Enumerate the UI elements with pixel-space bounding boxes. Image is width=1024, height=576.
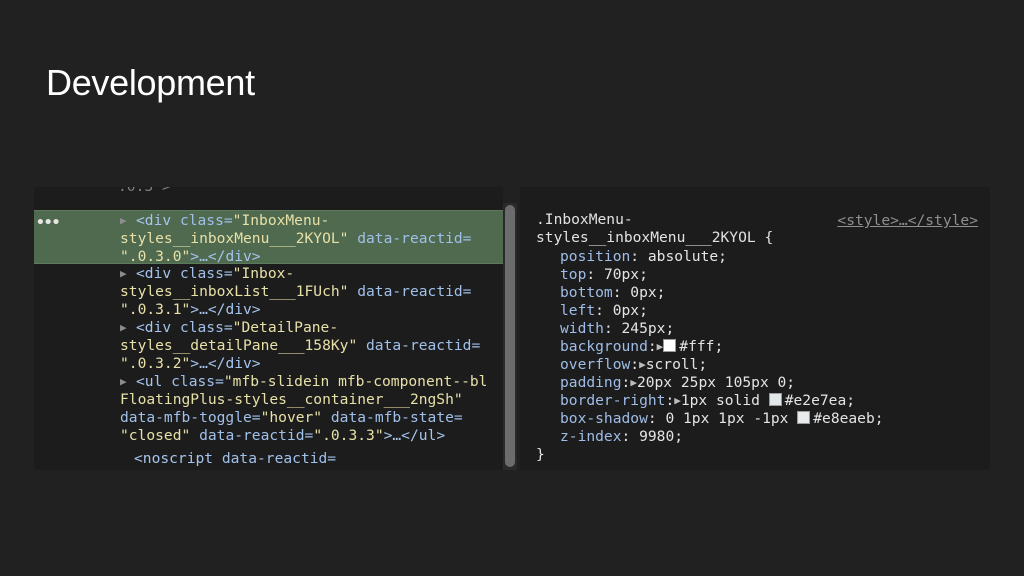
attr-value: FloatingPlus-styles__container___2ngSh" <box>120 391 463 408</box>
attr-name: class= <box>171 319 233 336</box>
css-property[interactable]: z-index: 9980; <box>560 428 683 446</box>
property-name: box-shadow <box>560 410 648 427</box>
attr-name: data-reactid= <box>348 283 472 300</box>
property-name: z-index <box>560 428 622 445</box>
node-close: >…</div> <box>190 301 261 318</box>
dom-node-mfb-menu[interactable]: ▶ <ul class="mfb-slidein mfb-component--b… <box>34 372 503 444</box>
color-swatch[interactable] <box>663 339 677 352</box>
property-value: 0 1px 1px -1px <box>665 410 798 427</box>
property-name: background <box>560 338 648 355</box>
node-close: >…</div> <box>190 355 261 372</box>
property-name: border-right <box>560 392 666 409</box>
node-tag: <div <box>136 319 172 336</box>
attr-value: "DetailPane- <box>232 319 339 336</box>
property-name: padding <box>560 374 622 391</box>
slide-title: Development <box>46 62 255 103</box>
attr-name: class= <box>171 212 233 229</box>
dom-node-inbox-list[interactable]: ▶ <div class="Inbox- styles__inboxList___… <box>34 264 503 318</box>
attr-value: ".0.3.1" <box>120 301 191 318</box>
property-value: #fff; <box>679 338 724 355</box>
property-value: 70px; <box>603 266 648 283</box>
property-value: 9980; <box>639 428 684 445</box>
attr-name: data-reactid= <box>213 450 337 467</box>
css-selector-line1: .InboxMenu- <box>536 211 633 228</box>
node-close: >…</ul> <box>383 427 446 444</box>
css-property[interactable]: border-right:▶1px solid #e2e7ea; <box>560 392 855 410</box>
css-rule-close-brace: } <box>536 446 545 463</box>
property-value: 245px; <box>621 320 675 337</box>
attr-value: "mfb-slidein mfb-component--bl <box>223 373 488 390</box>
expand-triangle-icon[interactable]: ▶ <box>674 394 681 407</box>
css-property[interactable]: padding:▶20px 25px 105px 0; <box>560 374 795 392</box>
elements-panel[interactable]: .0.3"> ••• ▶<div class="InboxMenu- style… <box>34 187 503 470</box>
property-value-color: #e2e7ea; <box>784 392 856 409</box>
css-property[interactable]: background:▶ #fff; <box>560 338 723 356</box>
expand-triangle-icon[interactable]: ▶ <box>657 340 664 353</box>
property-value: 20px 25px 105px 0; <box>636 374 796 391</box>
css-property[interactable]: position: absolute; <box>560 248 727 266</box>
expand-triangle-icon[interactable]: ▶ <box>120 319 136 337</box>
expand-triangle-icon[interactable]: ▶ <box>639 358 646 371</box>
css-property[interactable]: box-shadow: 0 1px 1px -1px #e8eaeb; <box>560 410 884 428</box>
property-name: bottom <box>560 284 613 301</box>
color-swatch[interactable] <box>768 393 782 406</box>
attr-name: data-reactid= <box>348 230 472 247</box>
node-close: >…</div> <box>190 248 261 265</box>
attr-value: styles__inboxList___1FUch" <box>120 283 349 300</box>
stylesheet-source-link[interactable]: <style>…</style> <box>837 212 978 230</box>
css-property[interactable]: bottom: 0px; <box>560 284 665 302</box>
attr-value: "hover" <box>260 409 323 426</box>
attr-value: "InboxMenu- <box>232 212 330 229</box>
property-value: 0px; <box>612 302 648 319</box>
attr-name: class= <box>162 373 224 390</box>
property-value: absolute; <box>647 248 727 265</box>
property-name: width <box>560 320 604 337</box>
property-name: overflow <box>560 356 631 373</box>
truncated-line: .0.3"> <box>118 187 171 196</box>
attr-value: ".0.3.3" <box>313 427 384 444</box>
property-name: top <box>560 266 587 283</box>
attr-value: "closed" <box>120 427 191 444</box>
elements-scrollbar-thumb[interactable] <box>505 205 515 467</box>
css-property[interactable]: top: 70px; <box>560 266 648 284</box>
attr-value: ".0.3.2" <box>120 355 191 372</box>
expand-triangle-icon[interactable]: ▶ <box>120 265 136 283</box>
attr-name: data-reactid= <box>357 337 481 354</box>
dom-node-inbox-menu[interactable]: ••• ▶ <div class="InboxMenu- styles__inbo… <box>34 210 503 265</box>
css-property[interactable]: left: 0px; <box>560 302 648 320</box>
attr-value: styles__inboxMenu___2KYOL" <box>120 230 349 247</box>
attr-name: data-mfb-state= <box>322 409 463 426</box>
attr-value: "Inbox- <box>232 265 295 282</box>
node-tag: <div <box>136 265 172 282</box>
styles-panel[interactable]: .InboxMenu- styles__inboxMenu___2KYOL { … <box>520 187 990 470</box>
dom-node-noscript[interactable]: <noscript data-reactid= <box>134 450 336 468</box>
attr-name: data-reactid= <box>190 427 314 444</box>
property-value-color: #e8eaeb; <box>813 410 884 427</box>
attr-name: class= <box>171 265 233 282</box>
property-name: position <box>560 248 631 265</box>
attr-name: data-mfb-toggle= <box>120 409 261 426</box>
css-property[interactable]: width: 245px; <box>560 320 674 338</box>
css-property[interactable]: overflow:▶scroll; <box>560 356 707 374</box>
expand-triangle-icon[interactable]: ▶ <box>120 212 136 230</box>
color-swatch[interactable] <box>797 411 811 424</box>
property-value: 1px solid <box>680 392 769 409</box>
css-selector-line2: styles__inboxMenu___2KYOL { <box>536 229 774 246</box>
node-tag: <div <box>136 212 172 229</box>
property-name: left <box>560 302 596 319</box>
property-value: scroll; <box>645 356 708 373</box>
more-options-icon[interactable]: ••• <box>36 214 60 232</box>
property-value: 0px; <box>630 284 666 301</box>
expand-triangle-icon[interactable]: ▶ <box>630 376 637 389</box>
dom-node-detail-pane[interactable]: ▶ <div class="DetailPane- styles__detailP… <box>34 318 503 372</box>
node-tag: <ul <box>136 373 163 390</box>
expand-triangle-icon[interactable]: ▶ <box>120 373 136 391</box>
attr-value: ".0.3.0" <box>120 248 191 265</box>
attr-value: styles__detailPane___158Ky" <box>120 337 358 354</box>
node-tag: <noscript <box>134 450 214 467</box>
